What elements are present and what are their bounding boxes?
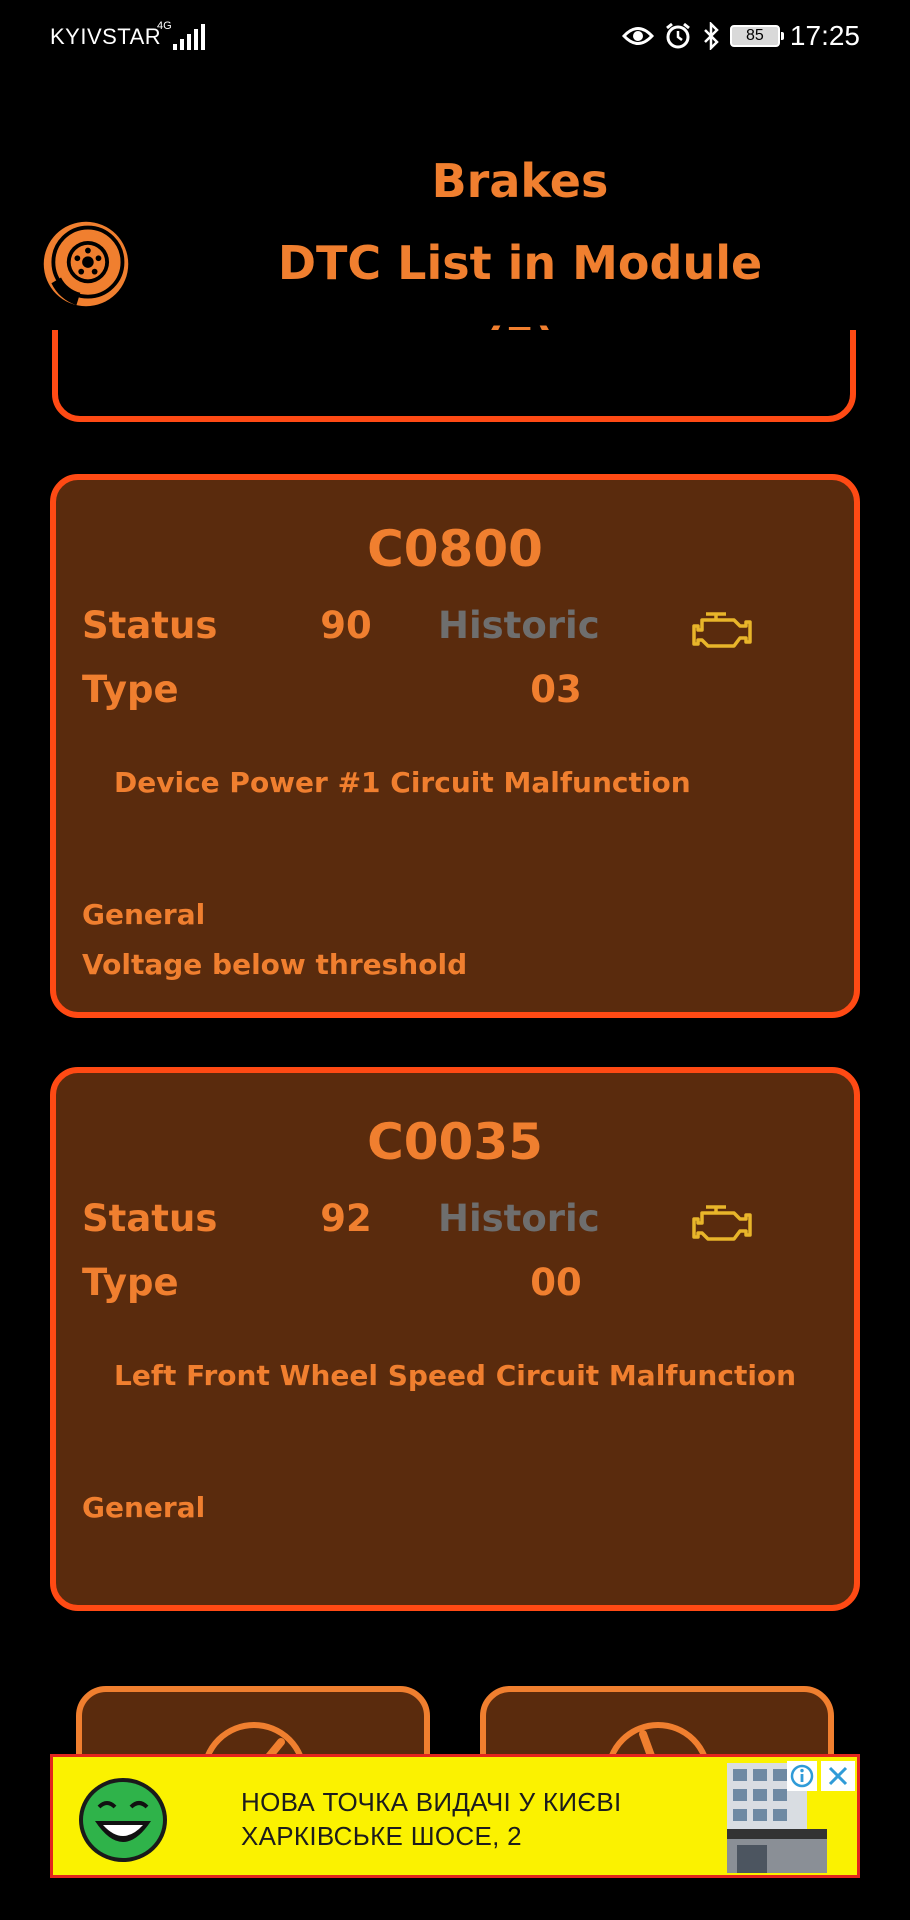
battery-level: 85 — [746, 27, 764, 44]
status-value: 90 — [320, 604, 372, 647]
status-label: Status — [82, 1197, 218, 1240]
type-label: Type — [82, 1261, 179, 1304]
status-label: Status — [82, 604, 218, 647]
dtc-category: General — [82, 1491, 206, 1524]
module-title: Brakes — [431, 154, 609, 208]
eye-icon — [621, 27, 654, 45]
dtc-state: Historic — [438, 604, 600, 647]
type-label: Type — [82, 668, 179, 711]
network-type: 4G — [157, 20, 172, 32]
signal-icon — [173, 24, 205, 50]
dtc-description: Left Front Wheel Speed Circuit Malfuncti… — [114, 1359, 797, 1392]
type-value: 00 — [530, 1261, 582, 1304]
dtc-code: C0035 — [367, 1113, 543, 1171]
check-engine-icon — [692, 1205, 752, 1241]
dtc-card[interactable]: C0800 Status 90 Historic Type 03 Device … — [50, 474, 860, 1018]
dtc-detail: Voltage below threshold — [82, 948, 468, 981]
brake-disc-icon — [43, 221, 129, 307]
screen: KYIVSTAR 4G 85 17:25 Brakes DTC List in … — [0, 0, 910, 1920]
ad-text: НОВА ТОЧКА ВИДАЧІ У КИЄВІ ХАРКІВСЬКЕ ШОС… — [241, 1785, 622, 1853]
check-engine-icon — [692, 612, 752, 648]
status-value: 92 — [320, 1197, 372, 1240]
carrier-name: KYIVSTAR — [50, 24, 162, 49]
store-building-image — [727, 1763, 827, 1873]
dtc-card[interactable]: C0035 Status 92 Historic Type 00 Left Fr… — [50, 1067, 860, 1611]
clock: 17:25 — [789, 20, 860, 51]
status-bar: KYIVSTAR 4G 85 17:25 — [0, 0, 910, 78]
partial-card[interactable] — [52, 330, 856, 424]
status-icons: 85 17:25 — [621, 20, 860, 52]
battery-icon: 85 — [729, 25, 784, 47]
screen-title: DTC List in Module — [277, 236, 763, 290]
close-icon — [828, 1766, 848, 1786]
dtc-code: C0800 — [367, 520, 543, 578]
ad-line-2: ХАРКІВСЬКЕ ШОСЕ, 2 — [241, 1821, 522, 1851]
dtc-category: General — [82, 898, 206, 931]
alarm-icon — [665, 22, 690, 49]
ad-close-button[interactable] — [821, 1761, 855, 1791]
ad-info-button[interactable] — [787, 1761, 817, 1791]
info-icon — [790, 1764, 814, 1788]
dtc-state: Historic — [438, 1197, 600, 1240]
laughing-face-icon — [79, 1778, 167, 1862]
type-value: 03 — [530, 668, 582, 711]
ad-banner[interactable]: НОВА ТОЧКА ВИДАЧІ У КИЄВІ ХАРКІВСЬКЕ ШОС… — [50, 1754, 860, 1878]
dtc-description: Device Power #1 Circuit Malfunction — [114, 766, 691, 799]
bluetooth-icon — [704, 22, 719, 50]
ad-line-1: НОВА ТОЧКА ВИДАЧІ У КИЄВІ — [241, 1787, 622, 1817]
